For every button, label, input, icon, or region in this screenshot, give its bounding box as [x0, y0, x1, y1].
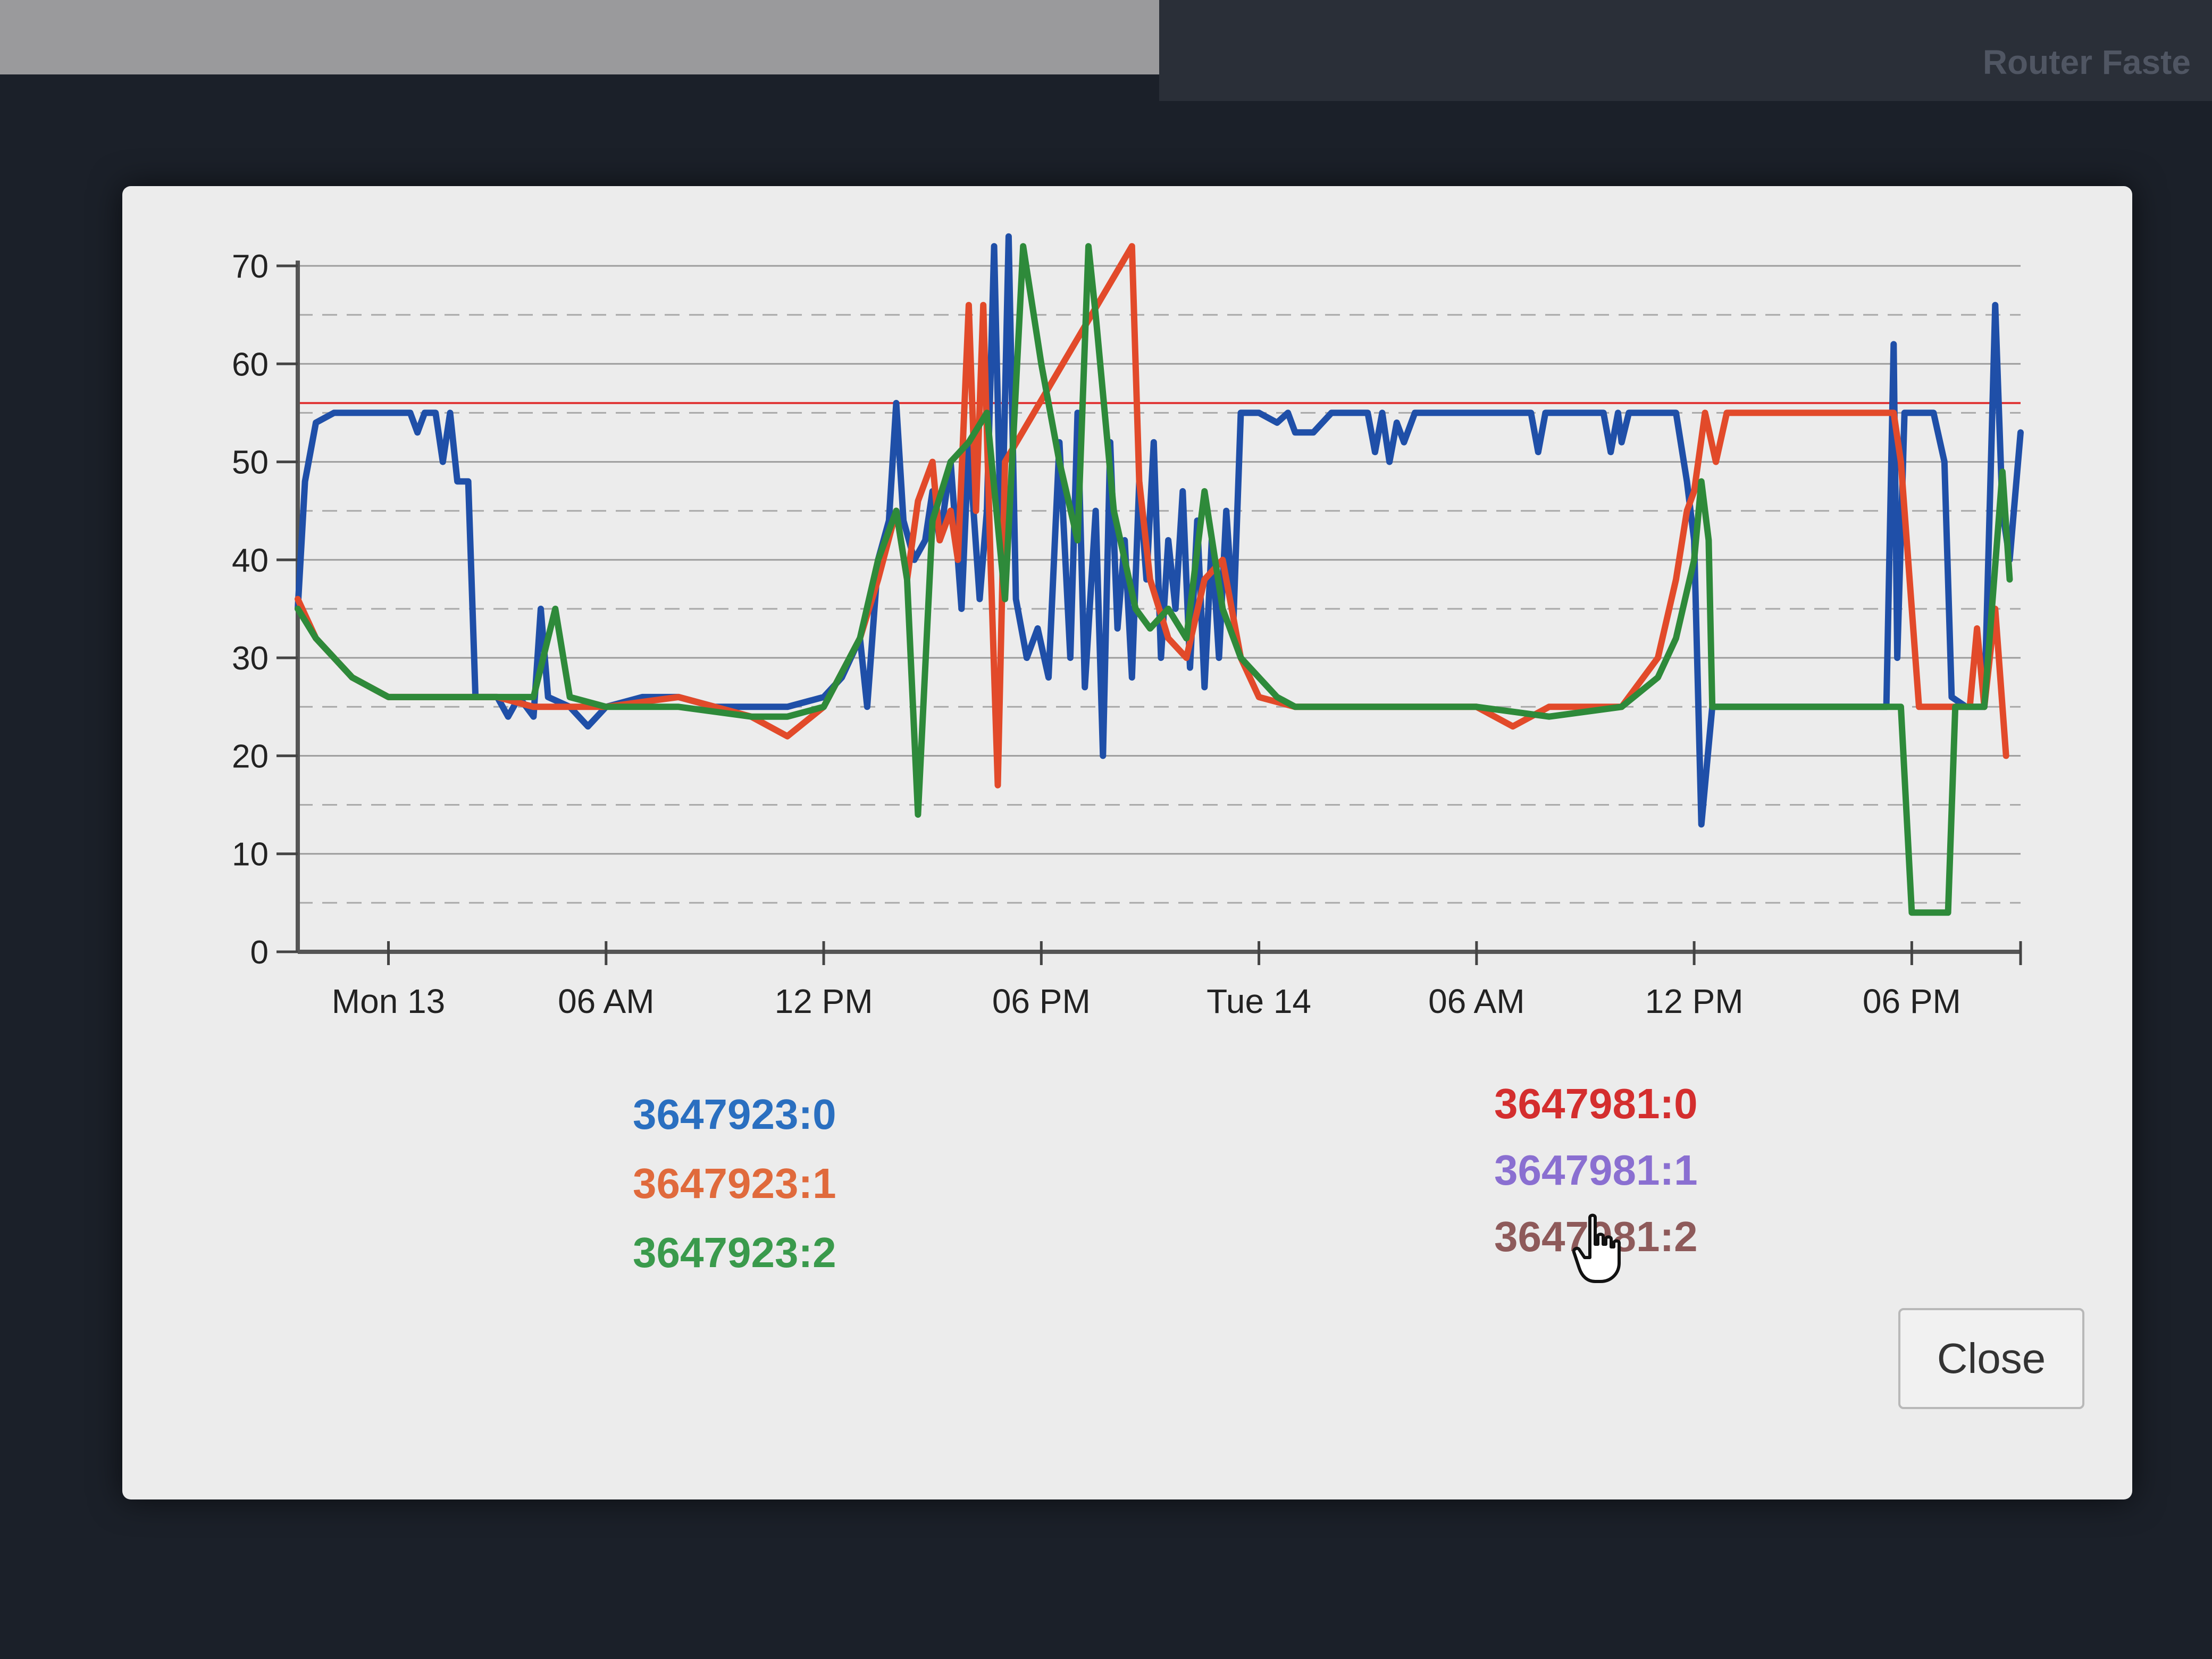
x-tick-label: 06 AM	[1428, 982, 1524, 1020]
background-header: Router Faste	[1159, 0, 2212, 101]
background-panel	[0, 0, 1159, 74]
x-tick-label: Tue 14	[1206, 982, 1311, 1020]
y-tick-label: 60	[232, 346, 269, 383]
chart-series	[295, 233, 2024, 916]
series-line-3647923-0	[295, 233, 2024, 828]
legend-item-3647923-2[interactable]: 3647923:2	[633, 1228, 836, 1277]
legend-item-3647981-0[interactable]: 3647981:0	[1494, 1079, 1698, 1128]
x-tick-label: 12 PM	[1645, 982, 1744, 1020]
y-tick-label: 0	[250, 934, 269, 971]
legend-item-3647981-1[interactable]: 3647981:1	[1494, 1146, 1698, 1195]
y-tick-label: 20	[232, 738, 269, 775]
y-tick-label: 30	[232, 640, 269, 677]
x-tick-label: 06 PM	[992, 982, 1091, 1020]
line-chart: 0 10 20 30 40 50 60 70 Mon 13 06 AM 12 PM 06 PM Tue …	[232, 233, 2024, 1020]
background-header-title: Router Faste	[1982, 43, 2191, 81]
series-line-3647923-2	[295, 243, 2013, 916]
y-tick-label: 40	[232, 542, 269, 579]
x-tick-label: 06 AM	[558, 982, 654, 1020]
legend-item-3647923-1[interactable]: 3647923:1	[633, 1159, 836, 1208]
y-tick-label: 10	[232, 836, 269, 873]
close-button[interactable]: Close	[1898, 1308, 2084, 1409]
x-tick-label: 06 PM	[1863, 982, 1961, 1020]
hand-pointer-icon	[1572, 1213, 1621, 1283]
x-tick-label: Mon 13	[332, 982, 445, 1020]
legend-item-3647923-0[interactable]: 3647923:0	[633, 1090, 836, 1139]
chart-dialog: 0 10 20 30 40 50 60 70 Mon 13 06 AM 12 PM 06 PM Tue …	[122, 186, 2132, 1499]
y-tick-label: 50	[232, 445, 269, 481]
x-tick-label: 12 PM	[775, 982, 873, 1020]
y-tick-label: 70	[232, 248, 269, 285]
